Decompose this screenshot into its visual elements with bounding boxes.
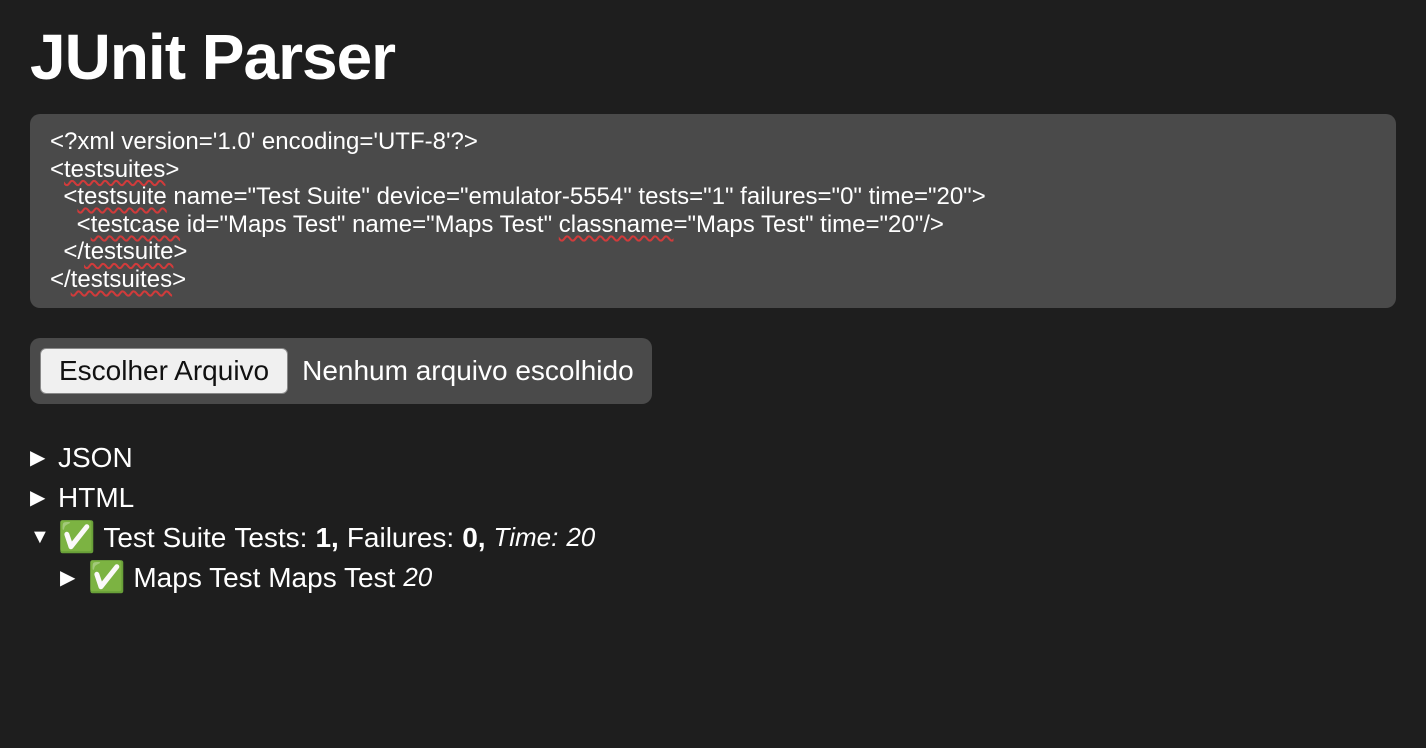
file-status-label: Nenhum arquivo escolhido xyxy=(302,355,634,387)
failures-value: 0, xyxy=(462,522,485,554)
chevron-right-icon: ▶ xyxy=(60,565,80,590)
xml-line: <testsuites> xyxy=(50,156,179,183)
xml-line: <testcase id="Maps Test" name="Maps Test… xyxy=(50,211,944,238)
results-tree: ▶ JSON ▶ HTML ▼ ✅ Test Suite Tests: 1, F… xyxy=(30,442,1396,594)
suite-name: Test Suite xyxy=(103,522,226,554)
xml-line: </testsuites> xyxy=(50,266,186,293)
failures-label: Failures: xyxy=(347,522,454,554)
xml-textarea[interactable]: <?xml version='1.0' encoding='UTF-8'?> <… xyxy=(30,114,1396,308)
chevron-down-icon: ▼ xyxy=(30,526,50,549)
testcase-time: 20 xyxy=(403,562,432,593)
choose-file-button[interactable]: Escolher Arquivo xyxy=(40,348,288,394)
testcase-name: Maps Test Maps Test xyxy=(133,562,395,594)
xml-line: <?xml version='1.0' encoding='UTF-8'?> xyxy=(50,128,478,155)
time-label: Time: xyxy=(494,522,559,553)
chevron-right-icon: ▶ xyxy=(30,485,50,510)
file-picker: Escolher Arquivo Nenhum arquivo escolhid… xyxy=(30,338,652,404)
tree-item-label: HTML xyxy=(58,482,134,514)
time-value: 20 xyxy=(566,522,595,553)
check-icon: ✅ xyxy=(88,563,125,593)
tests-label: Tests: xyxy=(234,522,307,554)
tree-item-json[interactable]: ▶ JSON xyxy=(30,442,1396,474)
xml-line: </testsuite> xyxy=(50,238,187,265)
tree-item-html[interactable]: ▶ HTML xyxy=(30,482,1396,514)
chevron-right-icon: ▶ xyxy=(30,445,50,470)
tree-item-suite[interactable]: ▼ ✅ Test Suite Tests: 1, Failures: 0, Ti… xyxy=(30,522,1396,554)
tests-value: 1, xyxy=(315,522,338,554)
page-title: JUnit Parser xyxy=(30,20,1396,94)
check-icon: ✅ xyxy=(58,523,95,553)
xml-line: <testsuite name="Test Suite" device="emu… xyxy=(50,183,986,210)
tree-item-testcase[interactable]: ▶ ✅ Maps Test Maps Test 20 xyxy=(60,562,1396,594)
tree-item-label: JSON xyxy=(58,442,133,474)
